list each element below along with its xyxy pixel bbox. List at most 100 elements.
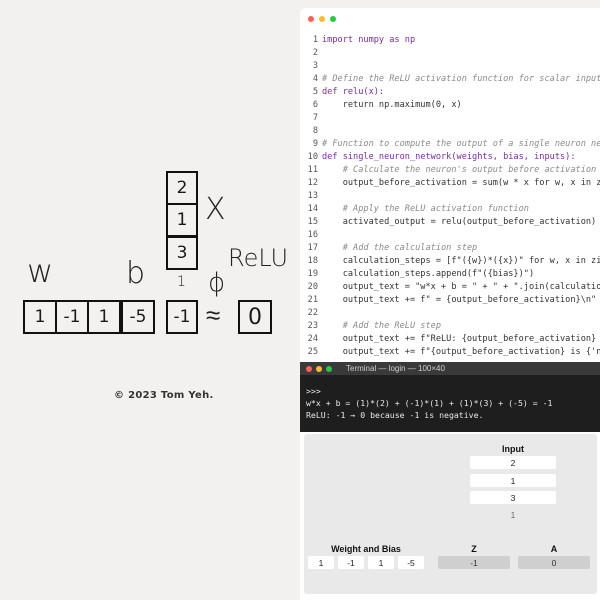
- line-number: 5: [312, 87, 318, 97]
- code-line: 4 # Define the ReLU activation function f…: [300, 73, 600, 86]
- code-line: 13: [300, 190, 600, 203]
- line-number: 3: [312, 61, 318, 71]
- line-number: 17: [307, 243, 318, 253]
- line-number: 20: [307, 282, 318, 292]
- code-text: output_text = "w*x + b = " + " + ".join(…: [322, 282, 600, 292]
- line-number: 9: [312, 139, 318, 149]
- weight-field-1[interactable]: 1: [308, 556, 334, 569]
- code-line: 11 # Calculate the neuron's output befor…: [300, 164, 600, 177]
- line-number: 7: [312, 113, 318, 123]
- relu-label: ReLU: [228, 244, 289, 272]
- weight-cell-2: -1: [55, 300, 89, 334]
- line-number: 21: [307, 295, 318, 305]
- code-line: 12 output_before_activation = sum(w * x …: [300, 177, 600, 190]
- bias-input-value: 1: [510, 511, 516, 520]
- bias-input-one: 1: [177, 274, 186, 290]
- weight-field-3[interactable]: 1: [368, 556, 394, 569]
- code-line: 15 activated_output = relu(output_before…: [300, 216, 600, 229]
- terminal-close-button[interactable]: [306, 365, 312, 372]
- code-text: output_text += f" = {output_before_activ…: [322, 295, 597, 305]
- terminal-minimize-button[interactable]: [316, 365, 322, 372]
- editor-titlebar: [300, 8, 600, 30]
- code-line: 22: [300, 307, 600, 320]
- code-text: # Define the ReLU activation function fo…: [322, 74, 600, 84]
- code-line: 25 output_text += f"{output_before_activ…: [300, 346, 600, 359]
- z-cell: -1: [166, 300, 198, 334]
- x-label: X: [205, 192, 226, 227]
- code-area[interactable]: 1 import numpy as np 2 3 4 # Define the ReLU …: [300, 34, 600, 359]
- code-line: 6 return np.maximum(0, x): [300, 99, 600, 112]
- code-line: 8: [300, 125, 600, 138]
- code-line: 23 # Add the ReLU step: [300, 320, 600, 333]
- input-cell-3: 3: [166, 236, 198, 270]
- code-text: import numpy as np: [322, 35, 416, 45]
- line-number: 2: [312, 48, 318, 58]
- code-text: def relu(x):: [322, 87, 385, 97]
- code-text: # Function to compute the output of a si…: [322, 139, 600, 149]
- code-line: 7: [300, 112, 600, 125]
- code-line: 10 def single_neuron_network(weights, bia…: [300, 151, 600, 164]
- terminal-output[interactable]: >>> w*x + b = (1)*(2) + (-1)*(1) + (1)*(3…: [300, 375, 600, 421]
- weight-cell-3: 1: [87, 300, 121, 334]
- code-line: 24 output_text += f"ReLU: {output_before…: [300, 333, 600, 346]
- line-number: 6: [312, 100, 318, 110]
- terminal-prompt: >>>: [306, 386, 321, 396]
- line-number: 8: [312, 126, 318, 136]
- terminal-line-relu: ReLU: -1 → 0 because -1 is negative.: [306, 410, 484, 420]
- a-header: A: [550, 544, 558, 554]
- code-text: # Apply the ReLU activation function: [322, 204, 529, 214]
- line-number: 23: [307, 321, 318, 331]
- code-line: 17 # Add the calculation step: [300, 242, 600, 255]
- approx-symbol: ≈: [206, 301, 221, 331]
- weight-cell-1: 1: [23, 300, 57, 334]
- line-number: 10: [307, 152, 318, 162]
- zoom-window-button[interactable]: [330, 16, 336, 22]
- code-line: 2: [300, 47, 600, 60]
- code-text: output_before_activation = sum(w * x for…: [322, 178, 600, 188]
- code-line: 20 output_text = "w*x + b = " + " + ".jo…: [300, 281, 600, 294]
- weight-and-bias-header: Weight and Bias: [331, 544, 401, 554]
- w-label: w: [27, 252, 54, 290]
- z-header: Z: [471, 544, 477, 554]
- code-text: def single_neuron_network(weights, bias,…: [322, 152, 576, 162]
- code-editor: 1 import numpy as np 2 3 4 # Define the ReLU …: [300, 8, 600, 362]
- input-field-2[interactable]: 1: [470, 474, 556, 487]
- weight-field-2[interactable]: -1: [338, 556, 364, 569]
- input-field-1[interactable]: 2: [470, 456, 556, 469]
- line-number: 1: [312, 35, 318, 45]
- close-window-button[interactable]: [308, 16, 314, 22]
- terminal-zoom-button[interactable]: [326, 365, 332, 372]
- input-field-3[interactable]: 3: [470, 491, 556, 504]
- code-text: # Add the ReLU step: [322, 321, 441, 331]
- z-output: -1: [438, 556, 510, 569]
- code-line: 21 output_text += f" = {output_before_ac…: [300, 294, 600, 307]
- code-text: output_text += f"{output_before_activati…: [322, 347, 600, 357]
- code-line: 3: [300, 60, 600, 73]
- input-header: Input: [502, 444, 524, 454]
- code-text: activated_output = relu(output_before_ac…: [322, 217, 597, 227]
- code-line: 19 calculation_steps.append(f"({bias})"): [300, 268, 600, 281]
- bias-field[interactable]: -5: [398, 556, 424, 569]
- code-line: 5 def relu(x):: [300, 86, 600, 99]
- code-text: calculation_steps.append(f"({bias})"): [322, 269, 535, 279]
- terminal-titlebar: Terminal — login — 100×40: [300, 362, 600, 375]
- line-number: 18: [307, 256, 318, 266]
- bias-cell: -5: [121, 300, 155, 334]
- code-text: # Add the calculation step: [322, 243, 478, 253]
- code-text: return np.maximum(0, x): [322, 100, 462, 110]
- code-text: calculation_steps = [f"({w})*({x})" for …: [322, 256, 600, 266]
- hand-drawn-diagram: 2 1 3 1 X w b ReLU ϕ 1 -1 1 -5 -1 ≈ 0 © …: [0, 0, 300, 600]
- line-number: 15: [307, 217, 318, 227]
- line-number: 4: [312, 74, 318, 84]
- line-number: 12: [307, 178, 318, 188]
- code-text: output_text += f"ReLU: {output_before_ac…: [322, 334, 600, 344]
- line-number: 25: [307, 347, 318, 357]
- minimize-window-button[interactable]: [319, 16, 325, 22]
- line-number: 16: [307, 230, 318, 240]
- terminal-window: Terminal — login — 100×40 >>> w*x + b = (…: [300, 362, 600, 432]
- line-number: 22: [307, 308, 318, 318]
- terminal-line-calc: w*x + b = (1)*(2) + (-1)*(1) + (1)*(3) +…: [306, 398, 553, 408]
- a-cell: 0: [238, 300, 272, 334]
- input-cell-2: 1: [166, 203, 198, 237]
- input-cell-1: 2: [166, 171, 198, 205]
